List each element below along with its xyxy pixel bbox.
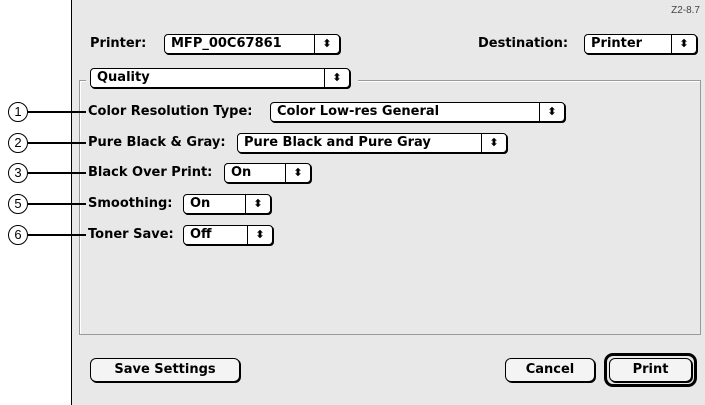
updown-arrows-icon: ⬍ [671,35,696,53]
updown-arrows-icon: ⬍ [245,195,270,213]
color-resolution-type-select[interactable]: Color Low-res General ⬍ [270,102,565,122]
toner-save-value: Off [190,227,212,242]
printer-label: Printer: [90,36,147,51]
callout-number: 3 [8,163,28,183]
destination-select[interactable]: Printer ⬍ [584,34,697,54]
black-over-print-value: On [231,165,252,180]
printer-select[interactable]: MFP_00C67861 ⬍ [164,34,340,54]
updown-arrows-icon: ⬍ [314,35,339,53]
printer-select-value: MFP_00C67861 [171,36,282,51]
callout-leader-line [28,142,86,144]
print-button[interactable]: Print [609,358,692,382]
updown-arrows-icon: ⬍ [247,226,272,244]
pure-black-gray-label: Pure Black & Gray: [88,135,226,150]
callout-5: 5 [0,194,96,216]
updown-arrows-icon: ⬍ [324,69,349,87]
panel-select[interactable]: Quality ⬍ [90,68,350,88]
smoothing-select[interactable]: On ⬍ [183,194,271,214]
color-resolution-type-value: Color Low-res General [277,104,440,119]
cancel-button[interactable]: Cancel [505,358,595,382]
callout-2: 2 [0,133,96,155]
panel-select-value: Quality [97,70,150,85]
destination-select-value: Printer [591,36,643,51]
callout-leader-line [28,234,86,236]
pure-black-gray-select[interactable]: Pure Black and Pure Gray ⬍ [237,133,507,153]
callout-leader-line [28,111,86,113]
destination-label: Destination: [478,36,569,51]
callout-number: 6 [8,225,28,245]
smoothing-label: Smoothing: [88,196,173,211]
callout-number: 2 [8,133,28,153]
black-over-print-select[interactable]: On ⬍ [224,163,311,183]
save-settings-button[interactable]: Save Settings [90,358,240,382]
callout-leader-line [28,172,86,174]
callout-number: 1 [8,102,28,122]
toner-save-label: Toner Save: [88,227,174,242]
smoothing-value: On [190,196,211,211]
pure-black-gray-value: Pure Black and Pure Gray [244,135,431,150]
callout-6: 6 [0,225,96,247]
callout-leader-line [28,203,86,205]
black-over-print-label: Black Over Print: [88,165,213,180]
color-resolution-type-label: Color Resolution Type: [88,104,253,119]
callout-3: 3 [0,163,96,185]
figure-id: Z2-8.7 [671,5,700,16]
callout-1: 1 [0,102,96,124]
updown-arrows-icon: ⬍ [481,134,506,152]
updown-arrows-icon: ⬍ [285,164,310,182]
updown-arrows-icon: ⬍ [539,103,564,121]
toner-save-select[interactable]: Off ⬍ [183,225,273,245]
callout-number: 5 [8,194,28,214]
